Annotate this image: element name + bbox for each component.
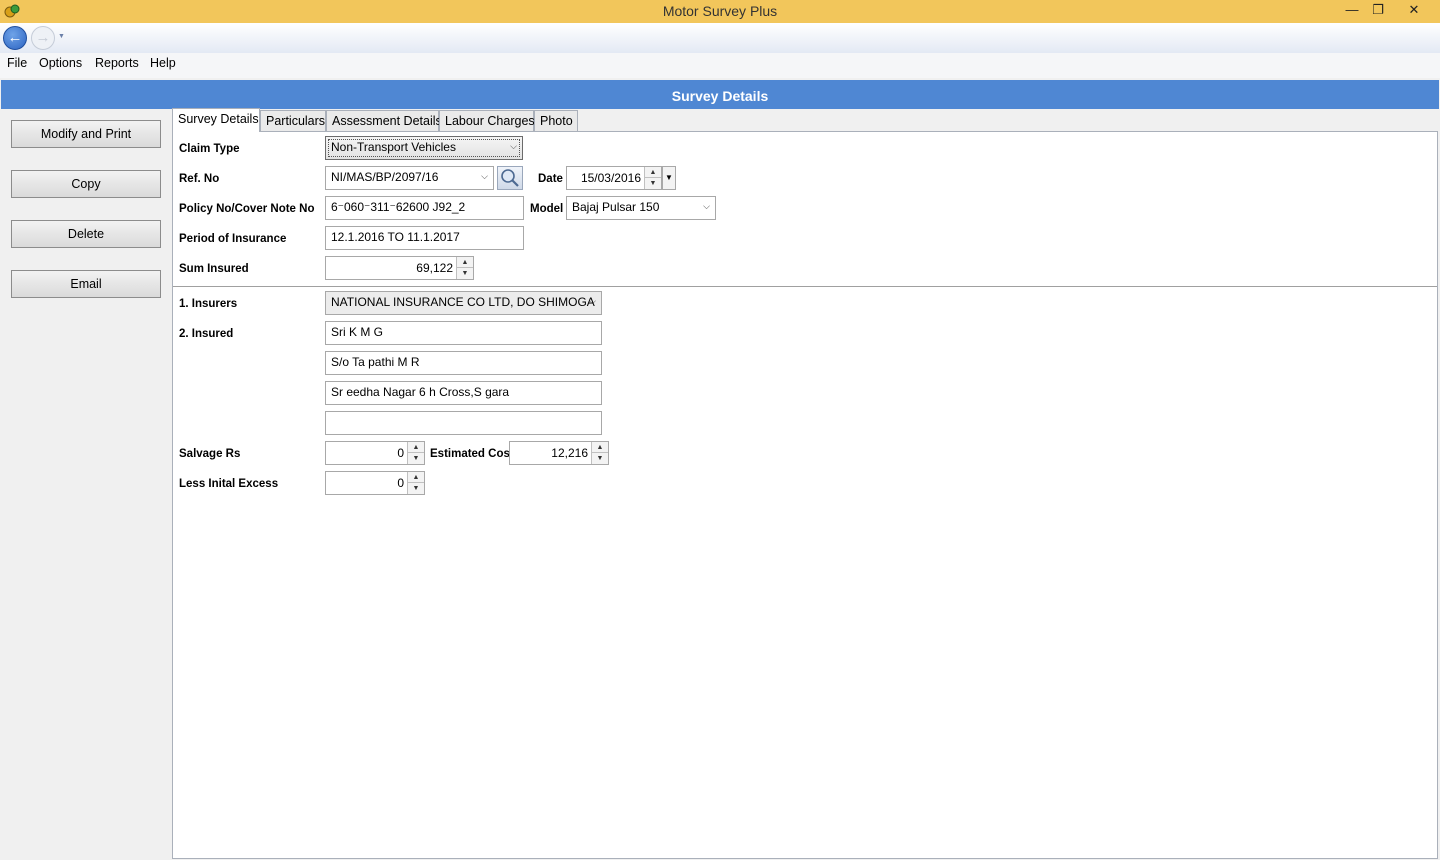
salvage-label: Salvage Rs: [179, 448, 241, 460]
action-panel: Modify and Print Copy Delete Email: [0, 109, 171, 860]
spin-up-icon[interactable]: ▲: [592, 442, 608, 453]
spin-down-icon[interactable]: ▼: [408, 483, 424, 494]
model-label: Model: [530, 203, 564, 215]
ref-no-select[interactable]: NI/MAS/BP/2097/16 ⌵: [325, 166, 494, 190]
sum-insured-spinner[interactable]: 69,122 ▲ ▼: [325, 256, 474, 280]
section-divider: [173, 286, 1437, 287]
salvage-value: 0: [397, 446, 404, 460]
estimated-cost-label: Estimated Cost: [430, 448, 514, 460]
chevron-down-icon: ⌵: [510, 141, 517, 151]
model-value: Bajaj Pulsar 150: [572, 200, 660, 214]
focus-rectangle: [328, 139, 520, 157]
spin-down-icon[interactable]: ▼: [408, 453, 424, 464]
insurers-select[interactable]: NATIONAL INSURANCE CO LTD, DO SHIMOGA ⌵: [325, 291, 602, 315]
delete-button[interactable]: Delete: [11, 220, 161, 248]
insurers-label: 1. Insurers: [179, 298, 238, 310]
page-title: Survey Details: [671, 88, 769, 104]
insured-line-3[interactable]: Sr eedha Nagar 6 h Cross,S gara: [325, 381, 602, 405]
spin-up-icon[interactable]: ▲: [408, 472, 424, 483]
date-label: Date: [538, 173, 563, 185]
insured-line-2[interactable]: S/o Ta pathi M R: [325, 351, 602, 375]
estimated-cost-value: 12,216: [551, 446, 588, 460]
spin-up-icon[interactable]: ▲: [645, 167, 661, 178]
initial-excess-label: Less Inital Excess: [179, 478, 279, 490]
spin-down-icon[interactable]: ▼: [457, 268, 473, 279]
salvage-spinner[interactable]: 0 ▲ ▼: [325, 441, 425, 465]
insured-line-1[interactable]: Sri K M G: [325, 321, 602, 345]
model-select[interactable]: Bajaj Pulsar 150 ⌵: [566, 196, 716, 220]
minimize-button[interactable]: —: [1338, 0, 1366, 22]
policy-no-label: Policy No/Cover Note No: [179, 203, 315, 215]
survey-details-panel: Claim Type Non-Transport Vehicles ⌵ Ref.…: [172, 131, 1438, 859]
policy-no-field[interactable]: 6⁻060⁻311⁻62600 J92_2: [325, 196, 524, 220]
modify-print-button[interactable]: Modify and Print: [11, 120, 161, 148]
close-button[interactable]: ✕: [1400, 0, 1428, 22]
claim-type-select[interactable]: Non-Transport Vehicles ⌵: [325, 136, 523, 160]
search-button[interactable]: [497, 166, 523, 190]
claim-type-label: Claim Type: [179, 143, 240, 155]
navigation-bar: ← → ▼: [0, 23, 1440, 53]
history-dropdown-icon[interactable]: ▼: [58, 33, 65, 40]
spin-down-icon[interactable]: ▼: [592, 453, 608, 464]
spin-up-icon[interactable]: ▲: [457, 257, 473, 268]
insurers-value: NATIONAL INSURANCE CO LTD, DO SHIMOGA: [331, 295, 595, 309]
period-label: Period of Insurance: [179, 233, 287, 245]
tab-labour-charges[interactable]: Labour Charges: [439, 110, 535, 132]
calendar-dropdown-icon[interactable]: ▼: [662, 166, 676, 190]
ref-no-label: Ref. No: [179, 173, 220, 185]
sum-insured-spin-buttons[interactable]: ▲ ▼: [456, 257, 473, 279]
chevron-down-icon: ⌵: [481, 171, 488, 181]
menu-file[interactable]: File: [5, 56, 29, 70]
date-value: 15/03/2016: [580, 171, 641, 185]
menu-options[interactable]: Options: [37, 56, 84, 70]
magnifier-icon: [501, 169, 519, 187]
ref-no-value: NI/MAS/BP/2097/16: [331, 170, 439, 184]
email-button[interactable]: Email: [11, 270, 161, 298]
spin-up-icon[interactable]: ▲: [408, 442, 424, 453]
initial-excess-spinner[interactable]: 0 ▲ ▼: [325, 471, 425, 495]
date-picker[interactable]: 15/03/2016 ▲ ▼: [566, 166, 662, 190]
spin-down-icon[interactable]: ▼: [645, 178, 661, 189]
window-title: Motor Survey Plus: [662, 3, 778, 19]
chevron-down-icon: ⌵: [589, 296, 596, 306]
section-header: Survey Details: [1, 80, 1439, 109]
back-arrow-icon[interactable]: ←: [3, 26, 27, 50]
menu-reports[interactable]: Reports: [93, 56, 141, 70]
forward-arrow-icon[interactable]: →: [31, 26, 55, 50]
insured-line-4[interactable]: [325, 411, 602, 435]
menu-help[interactable]: Help: [148, 56, 178, 70]
tab-photo[interactable]: Photo: [534, 110, 578, 132]
salvage-spin-buttons[interactable]: ▲ ▼: [407, 442, 424, 464]
tab-survey-details[interactable]: Survey Details: [172, 108, 260, 132]
insured-label: 2. Insured: [179, 328, 234, 340]
tab-assessment-details[interactable]: Assessment Details: [326, 110, 442, 132]
period-field[interactable]: 12.1.2016 TO 11.1.2017: [325, 226, 524, 250]
initial-excess-spin-buttons[interactable]: ▲ ▼: [407, 472, 424, 494]
menu-bar: File Options Reports Help: [0, 53, 1440, 78]
tab-particulars[interactable]: Particulars: [260, 110, 326, 132]
initial-excess-value: 0: [397, 476, 404, 490]
sum-insured-label: Sum Insured: [179, 263, 249, 275]
estimated-cost-spin-buttons[interactable]: ▲ ▼: [591, 442, 608, 464]
estimated-cost-spinner[interactable]: 12,216 ▲ ▼: [509, 441, 609, 465]
title-bar: Motor Survey Plus — ❐ ✕: [0, 0, 1440, 23]
chevron-down-icon: ⌵: [703, 201, 710, 211]
restore-button[interactable]: ❐: [1364, 0, 1392, 22]
sum-insured-value: 69,122: [416, 261, 453, 275]
copy-button[interactable]: Copy: [11, 170, 161, 198]
date-spinner[interactable]: ▲ ▼: [644, 167, 661, 189]
